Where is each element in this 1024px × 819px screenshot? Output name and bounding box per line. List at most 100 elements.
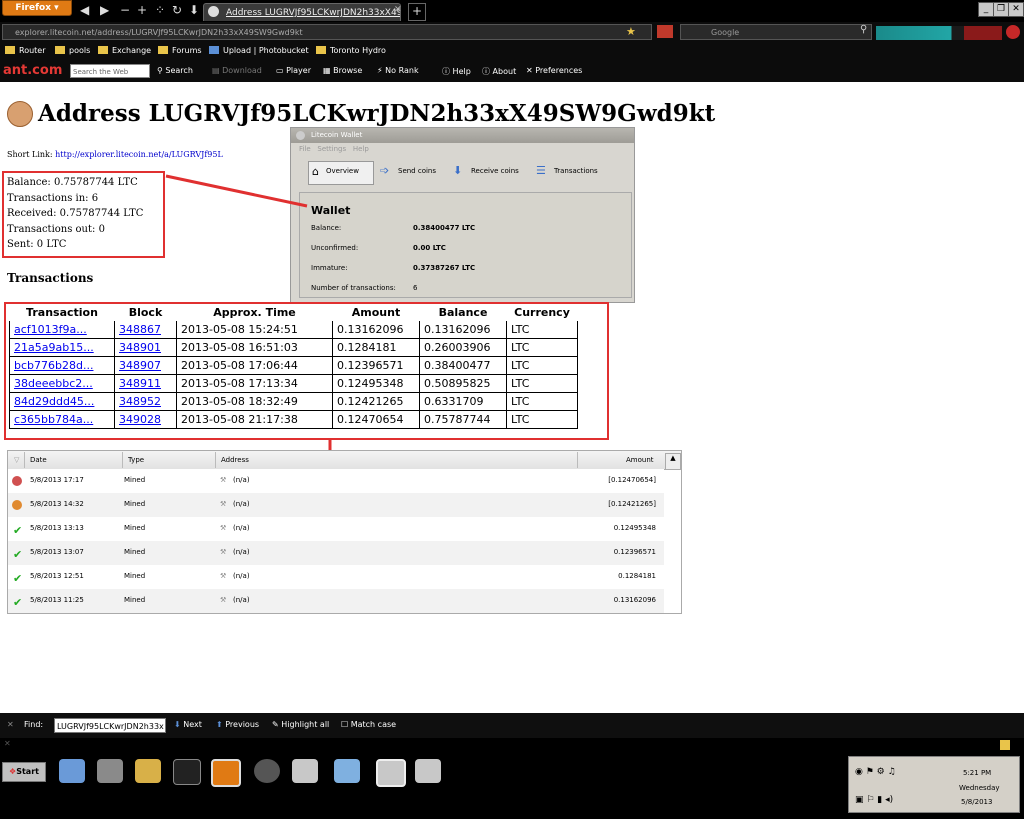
start-button[interactable]: ❖Start (2, 762, 46, 782)
menu-file[interactable]: File (299, 145, 311, 153)
ant-download-button[interactable]: ▤ Download (212, 66, 262, 75)
menu-help[interactable]: Help (353, 145, 369, 153)
list-item[interactable]: ✔ 5/8/2013 12:51 Mined (n/a) ⚒ 0.1284181 (8, 565, 664, 589)
short-link-url[interactable]: http://explorer.litecoin.net/a/LUGRVJf95… (55, 150, 223, 159)
col-address[interactable]: Address (221, 456, 249, 464)
ant-search-input[interactable]: Search the Web (70, 64, 150, 78)
search-input[interactable]: Google (680, 24, 872, 40)
tab-send-coins[interactable]: Send coins (398, 167, 436, 175)
snipping-tool-icon[interactable] (97, 759, 123, 783)
close-find-icon[interactable]: ✕ (7, 720, 14, 729)
zoom-in-icon[interactable]: + (137, 3, 147, 17)
tx-balance-cell: 0.13162096 (419, 320, 507, 339)
window-icon-2[interactable] (415, 759, 441, 783)
bookmark-toronto-hydro[interactable]: Toronto Hydro (316, 46, 386, 55)
firefox-menu-button[interactable]: Firefox ▾ (2, 0, 72, 16)
bookmark-router[interactable]: Router (5, 46, 46, 55)
block-link[interactable]: 348911 (119, 377, 161, 390)
tx-link[interactable]: bcb776b28d... (14, 359, 93, 372)
list-item[interactable]: 5/8/2013 17:17 Mined (n/a) ⚒ [0.12470654] (8, 469, 664, 493)
reload-icon[interactable]: ↻ (172, 3, 182, 17)
litecoin-taskbar-icon[interactable] (376, 759, 406, 787)
filter-icon[interactable]: ▽ (14, 456, 19, 464)
status-close-icon[interactable]: ✕ (4, 739, 11, 748)
ant-help-button[interactable]: ⓘ Help (442, 66, 471, 77)
find-previous-button[interactable]: ⬆ Previous (216, 720, 259, 729)
col-date[interactable]: Date (30, 456, 47, 464)
search-icon[interactable]: ⚲ (860, 24, 867, 35)
list-item[interactable]: 5/8/2013 14:32 Mined (n/a) ⚒ [0.12421265] (8, 493, 664, 517)
block-link[interactable]: 348952 (119, 395, 161, 408)
disc-icon[interactable] (254, 759, 280, 783)
tx-link[interactable]: 21a5a9ab15... (14, 341, 94, 354)
tx-currency-cell: LTC (506, 320, 578, 339)
addon-icon[interactable] (657, 25, 673, 38)
tx-type: Mined (124, 548, 146, 556)
tab-transactions[interactable]: Transactions (554, 167, 598, 175)
forward-icon[interactable]: ▶ (100, 3, 109, 17)
list-item[interactable]: ✔ 5/8/2013 13:07 Mined (n/a) ⚒ 0.12396571 (8, 541, 664, 565)
tx-amount: 0.12421265 (337, 395, 404, 408)
bookmark-pools[interactable]: pools (55, 46, 90, 55)
paint-icon[interactable] (135, 759, 161, 783)
block-link[interactable]: 348867 (119, 323, 161, 336)
menu-settings[interactable]: Settings (317, 145, 346, 153)
pending-clock-icon (12, 500, 22, 510)
tx-link[interactable]: acf1013f9a... (14, 323, 87, 336)
list-item[interactable]: ✔ 5/8/2013 13:13 Mined (n/a) ⚒ 0.12495348 (8, 517, 664, 541)
close-window-icon[interactable]: ✕ (1008, 2, 1024, 17)
back-icon[interactable]: ◀ (80, 3, 89, 17)
tx-list-amount: [0.12470654] (608, 476, 656, 484)
zoom-out-icon[interactable]: − (120, 3, 130, 17)
minimize-icon[interactable]: _ (978, 2, 994, 17)
tab-overview[interactable]: Overview (326, 167, 359, 175)
col-type[interactable]: Type (128, 456, 144, 464)
tab-receive-coins[interactable]: Receive coins (471, 167, 519, 175)
close-tab-icon[interactable]: ✕ (394, 5, 402, 15)
block-link-cell: 348911 (114, 374, 177, 393)
block-link[interactable]: 348907 (119, 359, 161, 372)
tray-icons[interactable]: ◉ ⚑ ⚙ ♫ (855, 767, 896, 777)
ant-norank-button[interactable]: ⚡ No Rank (377, 66, 419, 75)
col-tx-amount[interactable]: Amount (626, 456, 654, 464)
window-icon[interactable] (292, 759, 318, 783)
url-bar[interactable]: explorer.litecoin.net/address/LUGRVJf95L… (2, 24, 652, 40)
wallet-menu: File Settings Help (299, 145, 369, 153)
tx-link[interactable]: 38deeebbc2... (14, 377, 93, 390)
block-link[interactable]: 349028 (119, 413, 161, 426)
ant-search-button[interactable]: ⚲ Search (157, 66, 193, 75)
tx-link[interactable]: 84d29ddd45... (14, 395, 94, 408)
network-icon[interactable] (334, 759, 360, 783)
new-tab-button[interactable]: + (408, 3, 426, 21)
bookmark-exchange[interactable]: Exchange (98, 46, 151, 55)
tab-address[interactable]: Address LUGRVJf95LCKwrJDN2h33xX49SW9 (203, 3, 401, 21)
list-item[interactable]: ✔ 5/8/2013 11:25 Mined (n/a) ⚒ 0.13162096 (8, 589, 664, 613)
tx-link[interactable]: c365bb784a... (14, 413, 93, 426)
bookmark-star-icon[interactable]: ★ (626, 25, 636, 38)
tray-icons-2[interactable]: ▣ ⚐ ▮ ◂) (855, 795, 893, 805)
download-icon[interactable]: ⬇ (189, 3, 199, 17)
transactions-heading: Transactions (7, 271, 94, 285)
home-icon: ⌂ (312, 165, 319, 178)
highlight-all-button[interactable]: ✎ Highlight all (272, 720, 329, 729)
firefox-taskbar-icon[interactable] (211, 759, 241, 787)
ant-preferences-button[interactable]: ✕ Preferences (526, 66, 582, 75)
match-case-checkbox[interactable]: ☐ Match case (341, 720, 396, 729)
bookmark-upload-photobucket[interactable]: Upload | Photobucket (209, 46, 309, 55)
block-link-cell: 348867 (114, 320, 177, 339)
ant-player-button[interactable]: ▭ Player (276, 66, 311, 75)
calculator-icon[interactable] (59, 759, 85, 783)
ant-logo[interactable]: ant.com (3, 63, 62, 78)
clock-time[interactable]: 5:21 PM (963, 769, 991, 777)
maximize-icon[interactable]: ❐ (993, 2, 1009, 17)
scroll-up-button[interactable]: ▲ (665, 453, 681, 470)
ant-browse-button[interactable]: ▦ Browse (323, 66, 362, 75)
ant-about-button[interactable]: ⓘ About (482, 66, 516, 77)
find-next-button[interactable]: ⬇ Next (174, 720, 202, 729)
status-icon[interactable] (1006, 25, 1020, 39)
command-prompt-icon[interactable] (173, 759, 201, 785)
tx-amount: 0.1284181 (337, 341, 397, 354)
block-link[interactable]: 348901 (119, 341, 161, 354)
find-input[interactable]: LUGRVJf95LCKwrJDN2h33x (54, 718, 166, 733)
bookmark-forums[interactable]: Forums (158, 46, 202, 55)
